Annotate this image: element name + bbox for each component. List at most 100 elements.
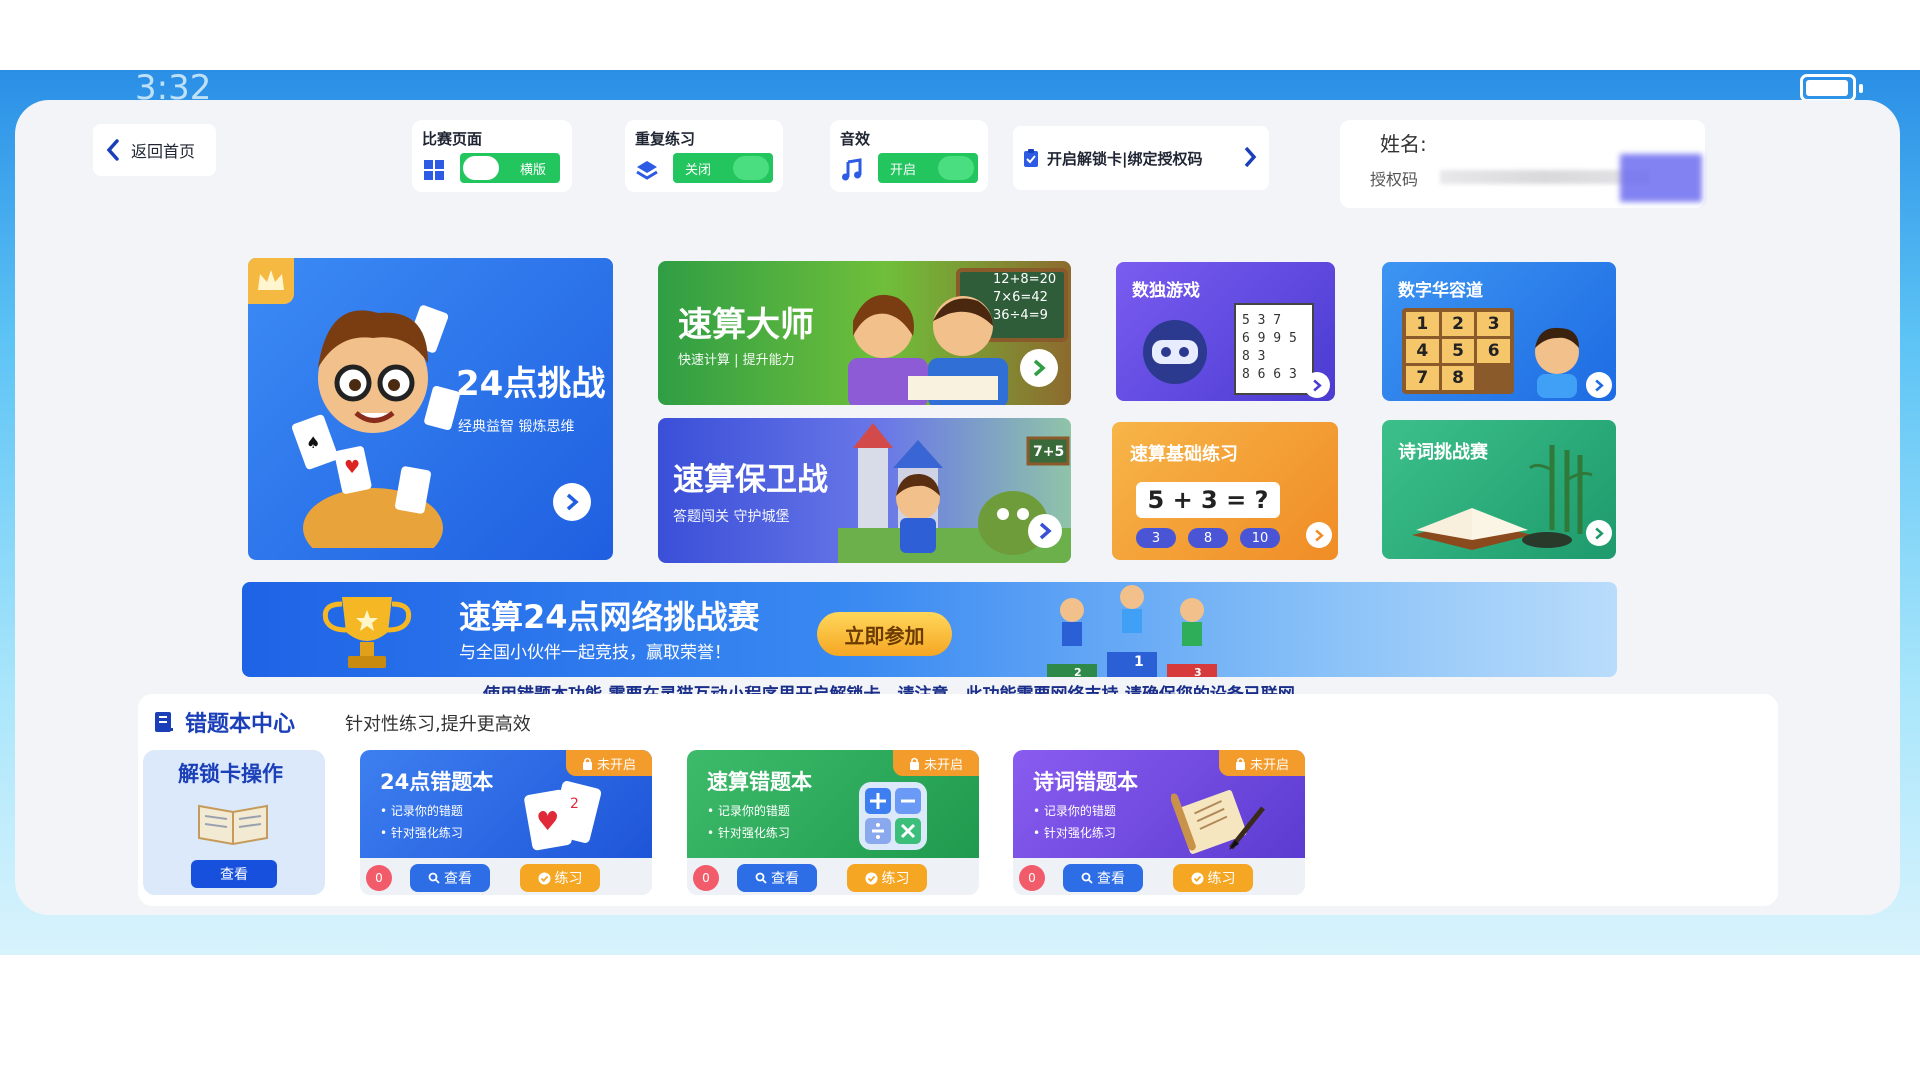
- practice-button[interactable]: 练习: [1173, 864, 1253, 892]
- mistake-book-title: 24点错题本: [380, 770, 494, 794]
- challenge-banner[interactable]: 速算24点网络挑战赛 与全国小伙伴一起竞技，赢取荣誉！ 立即参加 2 1 3: [242, 582, 1617, 677]
- card-speed-defense[interactable]: 7+5 速算保卫战 答题闯关 守护城堡: [658, 418, 1071, 563]
- card-speed-master-go-button[interactable]: [1020, 349, 1058, 387]
- card-speed-master-subtitle: 快速计算 | 提升能力: [678, 353, 795, 368]
- card-basic-go-button[interactable]: [1306, 522, 1332, 548]
- mistake-book-title: 诗词错题本: [1033, 770, 1138, 794]
- chevron-right-icon: [1039, 522, 1052, 540]
- layers-icon: [636, 161, 658, 180]
- mistake-book-poem: 诗词错题本 • 记录你的错题 • 针对强化练习 未开启 0 查看 练习: [1013, 750, 1305, 895]
- practice-button[interactable]: 练习: [520, 864, 600, 892]
- card-24-subtitle: 经典益智 锻炼思维: [458, 419, 575, 435]
- chevron-right-icon: [1595, 527, 1604, 539]
- card-sudoku-title: 数独游戏: [1132, 281, 1200, 301]
- basic-option: 10: [1240, 528, 1280, 548]
- huarong-tile: 5: [1441, 339, 1475, 363]
- card-speed-master[interactable]: 12+8=20 7×6=42 36÷4=9 速算大师 快速计算 | 提升能力: [658, 261, 1071, 405]
- huarong-board: 1 2 3 4 5 6 7 8: [1402, 308, 1514, 394]
- sound-toggle[interactable]: 开启: [878, 153, 978, 183]
- chevron-right-icon: [1033, 359, 1046, 377]
- card-poem-go-button[interactable]: [1586, 520, 1612, 546]
- basic-option: 8: [1188, 528, 1228, 548]
- locked-badge: 未开启: [566, 750, 652, 776]
- repeat-practice-toggle[interactable]: 关闭: [673, 153, 773, 183]
- mistake-book-speed: 速算错题本 • 记录你的错题 • 针对强化练习 未开启 0 查看 练习: [687, 750, 979, 895]
- card-huarong-title: 数字华容道: [1398, 281, 1483, 301]
- basic-equation: 5 + 3 = ?: [1136, 482, 1280, 518]
- chevron-left-icon: [106, 139, 119, 161]
- view-button-label: 查看: [444, 871, 472, 887]
- mistake-center-header: 错题本中心: [153, 706, 295, 738]
- locked-badge-label: 未开启: [596, 757, 636, 773]
- checklist-icon: [1024, 149, 1038, 167]
- view-button[interactable]: 查看: [410, 864, 490, 892]
- unlock-card-button[interactable]: 开启解锁卡|绑定授权码: [1013, 126, 1269, 190]
- mistake-book-title: 速算错题本: [707, 770, 812, 794]
- lock-icon: [1235, 757, 1245, 770]
- huarong-empty-slot: [1477, 366, 1510, 390]
- join-now-button[interactable]: 立即参加: [817, 612, 952, 656]
- sound-setting: 音效 开启: [830, 120, 988, 192]
- podium-rank: 2: [1074, 666, 1082, 677]
- card-24-title: 24点挑战: [456, 364, 606, 404]
- huarong-tile: 3: [1477, 312, 1510, 336]
- lock-icon: [582, 757, 592, 770]
- user-info-box: 姓名: 授权码: [1340, 120, 1705, 208]
- view-button[interactable]: 查看: [1063, 864, 1143, 892]
- match-page-toggle[interactable]: 横版: [460, 153, 560, 183]
- card-sudoku-go-button[interactable]: [1304, 372, 1330, 398]
- locked-badge: 未开启: [1219, 750, 1305, 776]
- scroll-brush-icon: [1171, 790, 1265, 854]
- mistake-book-bullet: • 针对强化练习: [380, 826, 463, 840]
- card-defense-title: 速算保卫战: [673, 462, 828, 498]
- lock-icon: [909, 757, 919, 770]
- card-speed-master-title: 速算大师: [678, 305, 814, 345]
- view-button[interactable]: 查看: [737, 864, 817, 892]
- check-circle-icon: [538, 872, 550, 884]
- chevron-right-icon: [1315, 529, 1324, 541]
- banner-subtitle: 与全国小伙伴一起竞技，赢取荣誉！: [459, 643, 731, 663]
- card-number-huarong[interactable]: 数字华容道 1 2 3 4 5 6 7 8: [1382, 262, 1616, 401]
- back-home-button[interactable]: 返回首页: [93, 124, 216, 176]
- card-basic-practice[interactable]: 速算基础练习 5 + 3 = ? 3 8 10: [1112, 422, 1338, 560]
- svg-text:♠: ♠: [306, 433, 320, 452]
- card-poem-challenge[interactable]: 诗词挑战赛: [1382, 420, 1616, 559]
- boy-with-cards-illustration: ♥ ♠: [291, 305, 460, 548]
- search-icon: [428, 872, 440, 884]
- locked-badge-label: 未开启: [923, 757, 963, 773]
- huarong-tile: 1: [1406, 312, 1439, 336]
- check-circle-icon: [865, 872, 877, 884]
- card-24-go-button[interactable]: [553, 483, 591, 521]
- podium-rank: 3: [1194, 666, 1202, 677]
- mistake-count-badge: 0: [693, 865, 719, 891]
- sound-value: 开启: [890, 163, 917, 178]
- unlock-op-view-button[interactable]: 查看: [191, 860, 277, 888]
- mistake-book-bullet: • 针对强化练习: [1033, 826, 1116, 840]
- card-defense-subtitle: 答题闯关 守护城堡: [673, 509, 790, 525]
- card-defense-go-button[interactable]: [1028, 514, 1062, 548]
- svg-text:8 3: 8 3: [1242, 349, 1265, 364]
- chevron-right-icon: [1313, 379, 1322, 391]
- robot-sudoku-illustration: 5 3 7 6 9 9 5 8 3 8 6 6 3: [1143, 303, 1314, 395]
- book-bamboo-illustration: [1412, 445, 1593, 550]
- chevron-right-icon: [1244, 146, 1257, 168]
- podium-kids-illustration: [1047, 585, 1217, 677]
- search-icon: [1081, 872, 1093, 884]
- chevron-right-icon: [1595, 379, 1604, 391]
- mistake-book-bullet: • 记录你的错题: [707, 804, 790, 818]
- chevron-right-icon: [566, 493, 579, 511]
- svg-text:6 9 9 5: 6 9 9 5: [1242, 331, 1297, 346]
- locked-badge-label: 未开启: [1249, 757, 1289, 773]
- mistake-center-subtitle: 针对性练习,提升更高效: [345, 714, 531, 735]
- card-24-challenge[interactable]: ♥ ♠ 24点挑战 经典益智 锻炼思维: [248, 258, 613, 560]
- huarong-tile: 8: [1441, 366, 1475, 390]
- card-huarong-go-button[interactable]: [1586, 372, 1612, 398]
- defense-sign: 7+5: [1033, 444, 1065, 460]
- card-sudoku[interactable]: 数独游戏 5 3 7 6 9 9 5 8 3 8 6 6 3: [1116, 262, 1335, 401]
- unlock-card-operation: 解锁卡操作 查看: [143, 750, 325, 895]
- view-button-label: 查看: [771, 871, 799, 887]
- mistake-book-bullet: • 记录你的错题: [1033, 804, 1116, 818]
- chalkboard-equations: 12+8=20 7×6=42 36÷4=9: [993, 272, 1057, 323]
- mistake-count-badge: 0: [366, 865, 392, 891]
- practice-button[interactable]: 练习: [847, 864, 927, 892]
